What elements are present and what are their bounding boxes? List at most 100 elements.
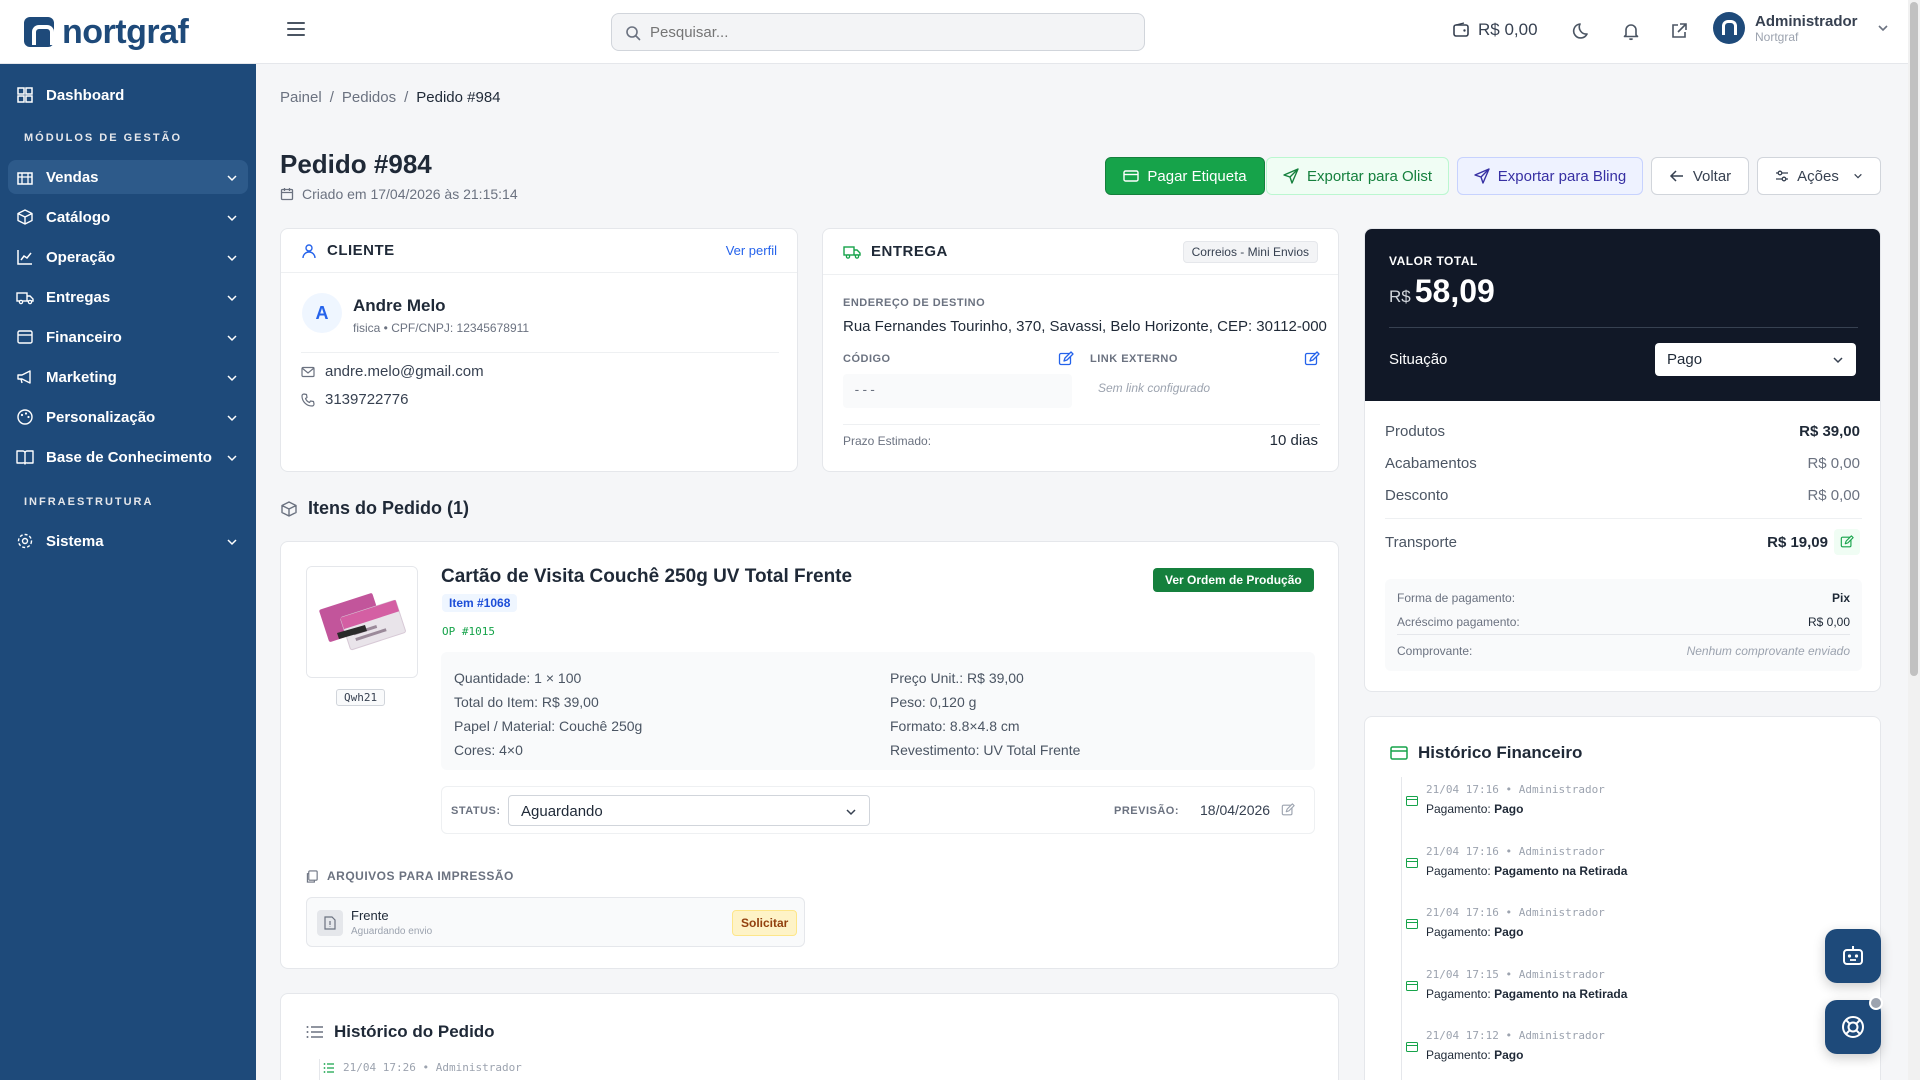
sidebar-item-vendas[interactable]: Vendas bbox=[8, 160, 248, 194]
chatbot-button[interactable] bbox=[1825, 929, 1881, 983]
wallet-icon bbox=[1453, 22, 1469, 37]
production-order-button[interactable]: Ver Ordem de Produção bbox=[1153, 568, 1314, 592]
fin-history-prefix: Pagamento: bbox=[1426, 864, 1491, 878]
situation-select[interactable]: Pago bbox=[1655, 343, 1856, 376]
section-label-modules: MÓDULOS DE GESTÃO bbox=[24, 132, 183, 144]
code-label: CÓDIGO bbox=[843, 353, 891, 365]
gear-icon bbox=[17, 533, 33, 549]
item-total: Total do Item: R$ 39,00 bbox=[454, 694, 599, 710]
shipping-value: R$ 19,09 bbox=[1767, 534, 1828, 551]
forecast-label: PREVISÃO: bbox=[1114, 805, 1180, 817]
external-link-icon[interactable] bbox=[1668, 20, 1690, 42]
support-button[interactable] bbox=[1825, 996, 1883, 1054]
edit-code-icon[interactable] bbox=[1058, 351, 1074, 367]
sidebar-item-marketing[interactable]: Marketing bbox=[8, 360, 248, 394]
client-email[interactable]: andre.melo@gmail.com bbox=[325, 363, 484, 380]
sidebar-item-label: Personalização bbox=[46, 408, 156, 426]
export-olist-text: Exportar para Olist bbox=[1306, 167, 1433, 185]
top-bar: nortgraf R$ 0,00 Administrador Nortgraf bbox=[0, 0, 1920, 64]
chevron-down-icon bbox=[1877, 25, 1888, 32]
client-phone[interactable]: 3139722776 bbox=[325, 391, 408, 408]
export-olist-button[interactable]: Exportar para Olist bbox=[1266, 157, 1449, 195]
store-icon bbox=[17, 172, 33, 185]
actions-button[interactable]: Ações bbox=[1757, 157, 1881, 195]
financial-history-title: Histórico Financeiro bbox=[1390, 743, 1582, 763]
dark-mode-icon[interactable] bbox=[1572, 20, 1594, 42]
box-icon bbox=[17, 209, 33, 225]
items-section-title: Itens do Pedido (1) bbox=[280, 498, 469, 519]
sidebar-item-financeiro[interactable]: Financeiro bbox=[8, 320, 248, 354]
op-number[interactable]: OP #1015 bbox=[442, 625, 495, 638]
sidebar-item-catalogo[interactable]: Catálogo bbox=[8, 200, 248, 234]
user-menu[interactable]: Administrador Nortgraf bbox=[1713, 12, 1890, 44]
product-thumbnail[interactable] bbox=[306, 566, 418, 678]
edit-forecast-icon[interactable] bbox=[1281, 803, 1295, 817]
fin-history-meta: 21/04 17:16 • Administrador bbox=[1426, 783, 1605, 796]
paper-material: Papel / Material: Couchê 250g bbox=[454, 718, 643, 734]
chevron-down-icon bbox=[227, 335, 237, 342]
back-button[interactable]: Voltar bbox=[1651, 157, 1749, 195]
created-date: Criado em 17/04/2026 às 21:15:14 bbox=[280, 186, 518, 202]
request-file-button[interactable]: Solicitar bbox=[732, 910, 798, 936]
pay-label-button[interactable]: Pagar Etiqueta bbox=[1105, 157, 1265, 195]
edit-link-icon[interactable] bbox=[1304, 351, 1320, 367]
search-box bbox=[611, 13, 1145, 51]
sidebar-item-entregas[interactable]: Entregas bbox=[8, 280, 248, 314]
timeline-line bbox=[1401, 777, 1402, 1080]
scrollbar-thumb[interactable] bbox=[1910, 2, 1918, 676]
file-name: Frente bbox=[351, 908, 389, 923]
chart-icon bbox=[17, 250, 32, 265]
status-row: STATUS: Aguardando PREVISÃO: 18/04/2026 bbox=[441, 786, 1315, 834]
status-select[interactable]: Aguardando bbox=[508, 795, 870, 826]
receipt-value: Nenhum comprovante enviado bbox=[1686, 644, 1850, 658]
client-name: Andre Melo bbox=[353, 296, 446, 315]
breadcrumb-orders[interactable]: Pedidos bbox=[342, 89, 396, 106]
situation-value: Pago bbox=[1667, 351, 1703, 368]
phone-icon bbox=[301, 392, 315, 407]
sidebar-item-personalizacao[interactable]: Personalização bbox=[8, 400, 248, 434]
grid-icon bbox=[17, 87, 33, 103]
breadcrumb-current: Pedido #984 bbox=[416, 89, 501, 106]
edit-shipping-button[interactable] bbox=[1834, 529, 1860, 555]
bell-icon[interactable] bbox=[1620, 20, 1642, 42]
sidebar-item-label: Sistema bbox=[46, 532, 104, 550]
wallet-balance[interactable]: R$ 0,00 bbox=[1452, 20, 1538, 40]
sidebar-item-label: Vendas bbox=[46, 168, 99, 186]
credit-card-icon bbox=[1406, 981, 1418, 991]
chevron-down-icon bbox=[227, 375, 237, 382]
summary-card: VALOR TOTAL R$ 58,09 Situação Pago Produ… bbox=[1364, 228, 1881, 692]
logo[interactable]: nortgraf bbox=[0, 0, 256, 64]
mail-icon bbox=[301, 366, 315, 377]
notification-dot bbox=[1869, 996, 1883, 1010]
forecast-value: 18/04/2026 bbox=[1200, 802, 1271, 818]
finishes-value: R$ 0,00 bbox=[1807, 455, 1860, 472]
chevron-down-icon bbox=[1833, 357, 1843, 364]
unit-price: Preço Unit.: R$ 39,00 bbox=[890, 670, 1024, 686]
page-scrollbar[interactable] bbox=[1908, 0, 1920, 1080]
discount-value: R$ 0,00 bbox=[1807, 487, 1860, 504]
sidebar-item-label: Catálogo bbox=[46, 208, 111, 226]
breadcrumb-home[interactable]: Painel bbox=[280, 89, 322, 106]
search-input[interactable] bbox=[650, 23, 1144, 41]
divider bbox=[843, 424, 1320, 425]
finishes-label: Acabamentos bbox=[1385, 455, 1477, 472]
payment-method-value: Pix bbox=[1831, 591, 1850, 605]
export-bling-text: Exportar para Bling bbox=[1497, 167, 1627, 185]
receipt-label: Comprovante: bbox=[1397, 644, 1473, 658]
export-bling-button[interactable]: Exportar para Bling bbox=[1457, 157, 1643, 195]
sidebar-item-label: Financeiro bbox=[46, 328, 122, 346]
back-text: Voltar bbox=[1692, 167, 1732, 185]
sidebar-item-dashboard[interactable]: Dashboard bbox=[8, 78, 248, 112]
sidebar-item-base-conhecimento[interactable]: Base de Conhecimento bbox=[8, 440, 248, 474]
sidebar-item-operacao[interactable]: Operação bbox=[8, 240, 248, 274]
view-profile-link[interactable]: Ver perfil bbox=[726, 243, 777, 258]
book-icon bbox=[16, 450, 34, 465]
status-value: Aguardando bbox=[521, 803, 603, 820]
robot-icon bbox=[1843, 946, 1863, 965]
situation-label: Situação bbox=[1389, 351, 1448, 368]
menu-toggle-icon[interactable] bbox=[287, 22, 305, 36]
chevron-down-icon bbox=[227, 175, 237, 182]
file-row: Frente Aguardando envio Solicitar bbox=[306, 897, 805, 947]
sidebar-item-sistema[interactable]: Sistema bbox=[8, 524, 248, 558]
total-currency: R$ bbox=[1389, 287, 1411, 306]
